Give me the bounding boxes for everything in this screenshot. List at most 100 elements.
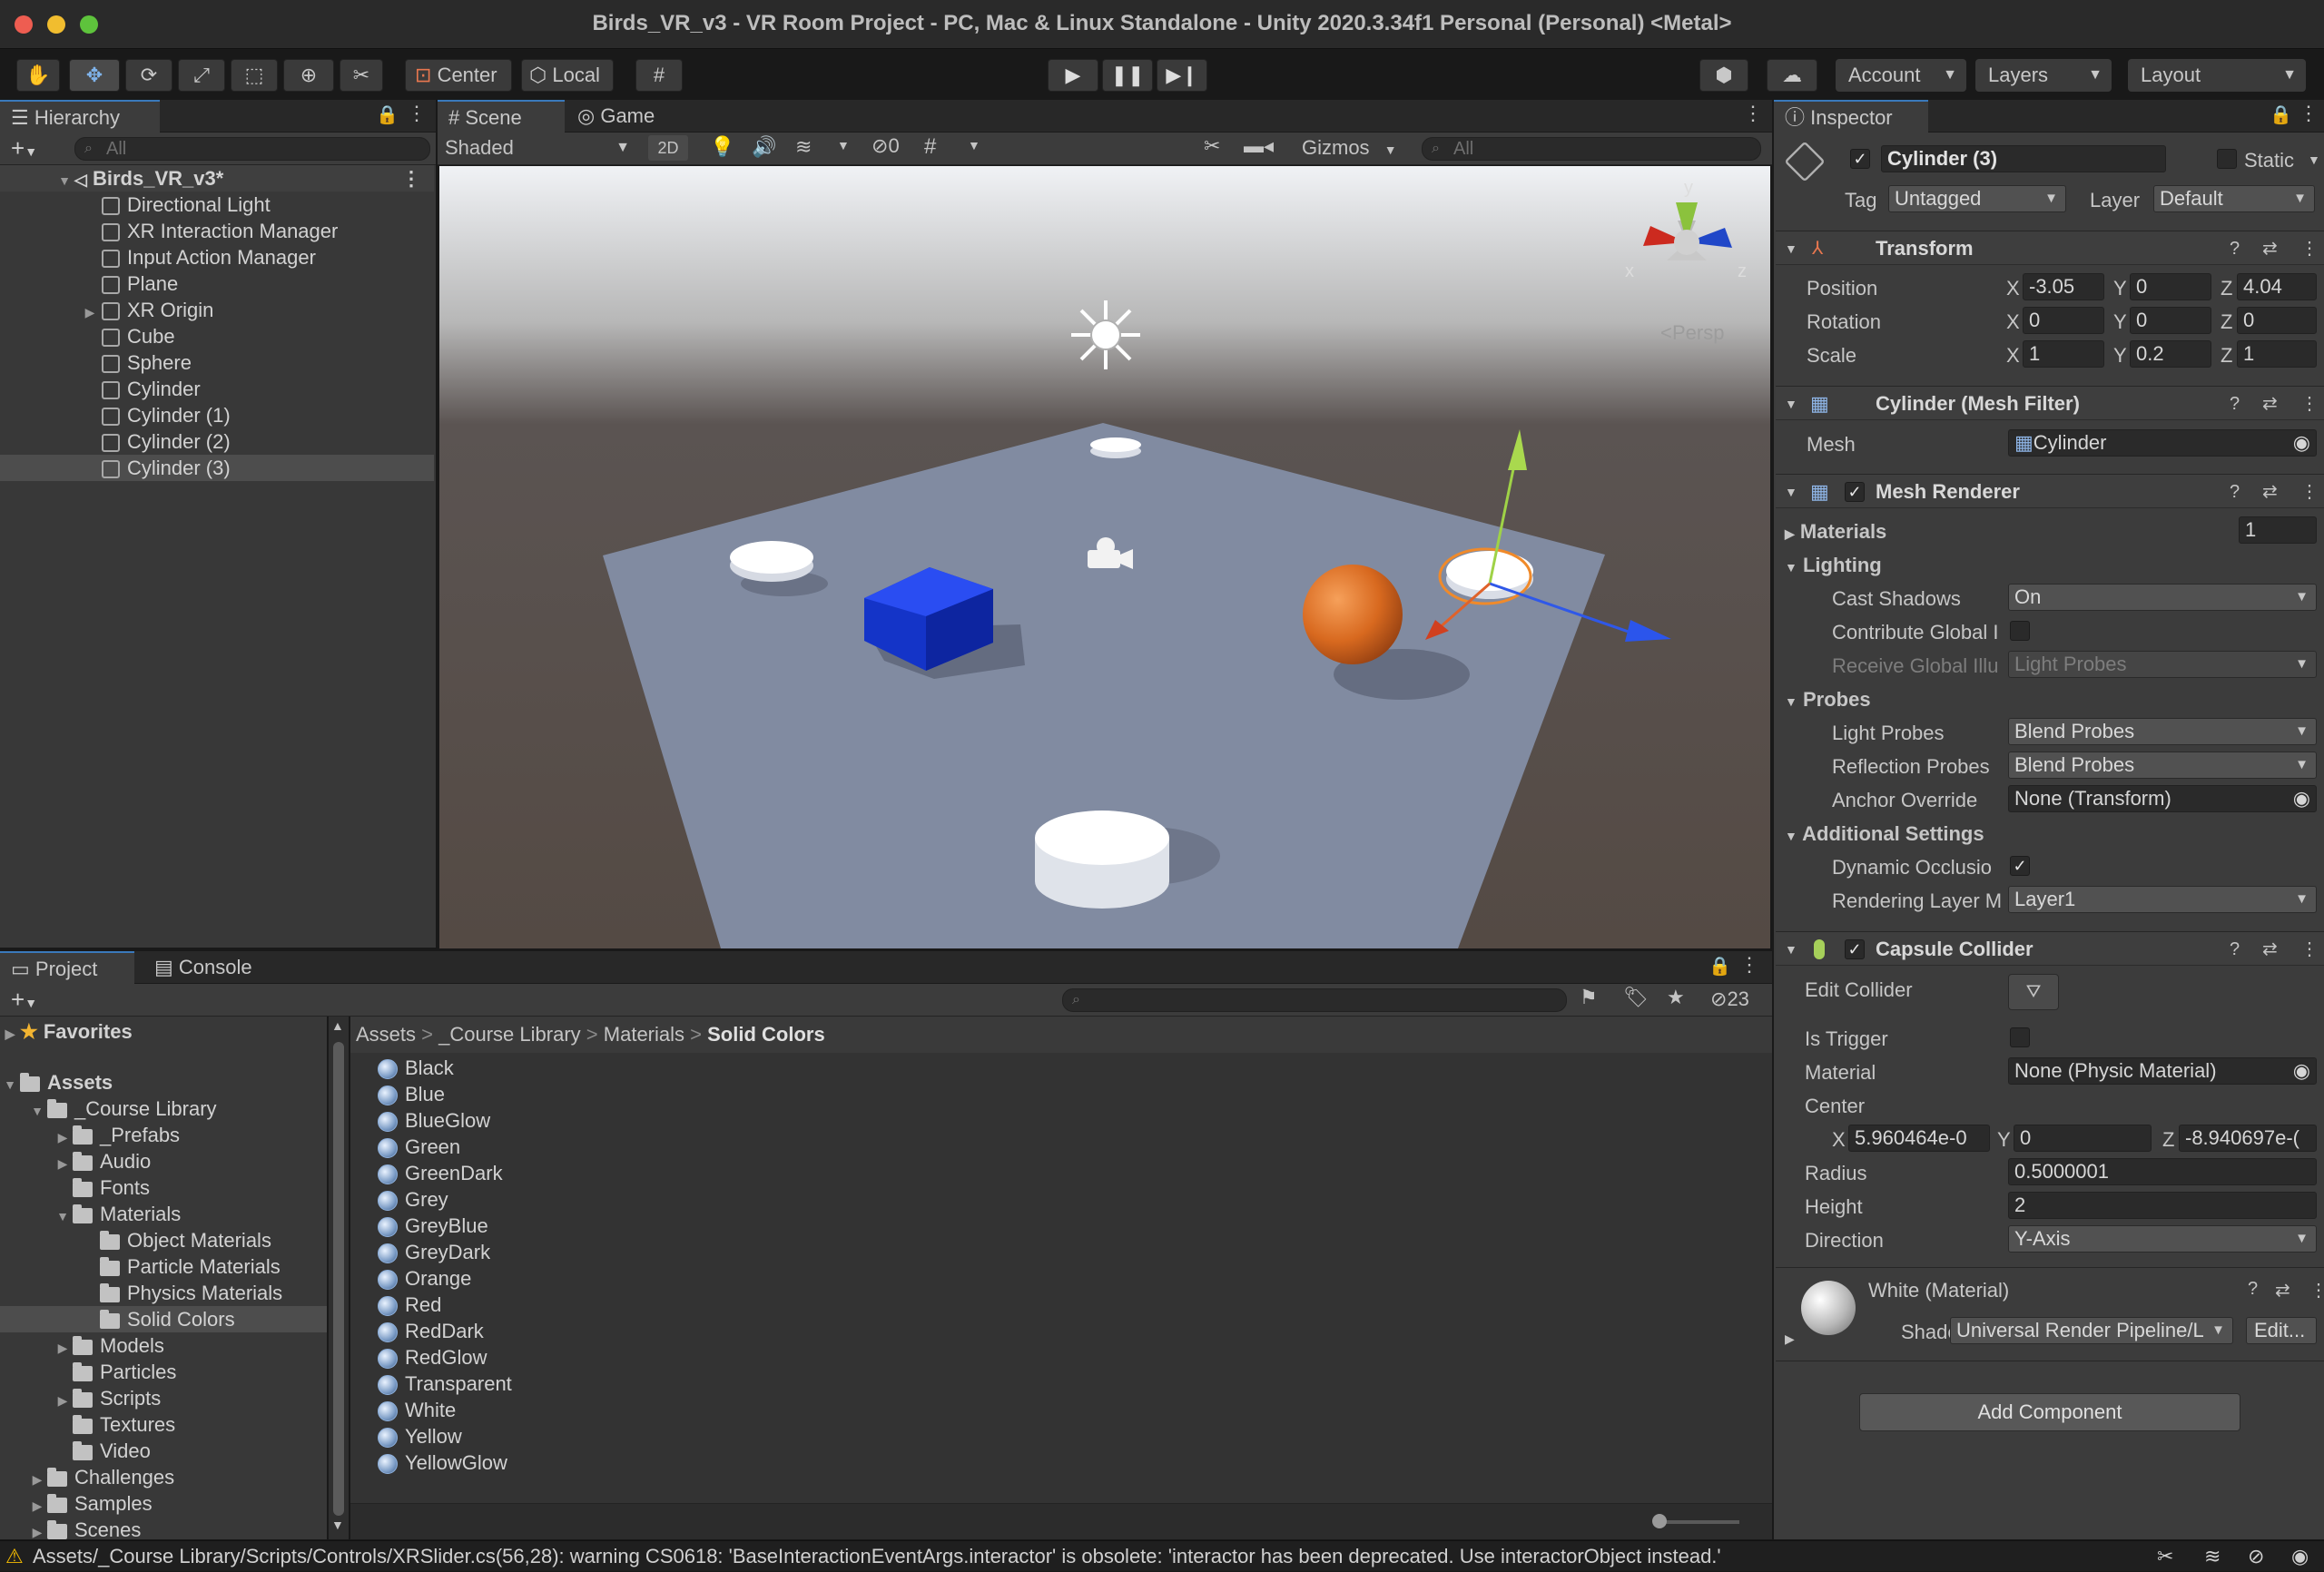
hierarchy-item[interactable]: Sphere [0,349,434,376]
asset-item[interactable]: Orange [378,1265,471,1292]
mesh-renderer-header[interactable]: ▼ ▦ ✓ Mesh Renderer ? ⇄ ⋮ [1776,474,2324,508]
hierarchy-item[interactable]: Cylinder [0,376,434,402]
cloud-button[interactable]: ☁ [1767,59,1817,92]
presets-icon[interactable]: ⇄ [2262,475,2278,509]
kebab-menu-icon[interactable]: ⋮ [1743,102,1763,125]
position-x-field[interactable]: -3.05 [2023,273,2104,300]
folder-row[interactable]: ▶ _Prefabs [53,1122,180,1148]
debug-mode-icon[interactable]: ✂ [2157,1541,2173,1572]
mesh-field[interactable]: ▦Cylinder ◉ [2008,429,2317,457]
kebab-menu-icon[interactable]: ⋮ [2300,231,2319,266]
collab-button[interactable]: ⬢ [1699,59,1748,92]
kebab-menu-icon[interactable]: ⋮ [1739,953,1759,977]
lock-icon[interactable]: 🔒 [1709,955,1731,978]
asset-item[interactable]: RedDark [378,1318,484,1344]
folder-row[interactable]: Particles [73,1359,176,1385]
create-button[interactable]: +▼ [11,133,37,167]
transform-tool-button[interactable]: ⊕ [283,59,334,92]
star-icon[interactable]: ★ [1667,986,1685,1009]
asset-item[interactable]: GreyDark [378,1239,490,1265]
status-bar[interactable]: ⚠ Assets/_Course Library/Scripts/Control… [0,1540,2324,1571]
tree-scrollbar[interactable]: ▲ ▼ [329,1017,349,1539]
scale-tool-button[interactable]: ⤢ [178,59,225,92]
expand-arrow-icon[interactable]: ▶ [78,300,102,326]
scale-z-field[interactable]: 1 [2237,340,2317,368]
create-asset-button[interactable]: +▼ [11,984,37,1018]
folder-row[interactable]: ▼ Materials [53,1201,181,1227]
folder-row[interactable]: ▶ Scenes [27,1517,142,1539]
camera-settings-icon[interactable]: ▬◂ [1244,134,1274,158]
hand-tool-button[interactable]: ✋ [16,59,60,92]
lock-icon[interactable]: 🔒 [376,103,399,126]
chevron-down-icon[interactable]: ▼ [2308,152,2320,167]
rotation-y-field[interactable]: 0 [2130,307,2211,334]
radius-field[interactable]: 0.5000001 [2008,1158,2317,1185]
tools-icon[interactable]: ✂ [1204,134,1220,158]
asset-item[interactable]: GreenDark [378,1160,503,1186]
slider-handle[interactable] [1652,1514,1667,1528]
kebab-menu-icon[interactable]: ⋮ [2300,475,2319,509]
folder-row[interactable]: ▶ Audio [53,1148,152,1174]
hierarchy-item-selected[interactable]: Cylinder (3) [0,455,434,481]
position-z-field[interactable]: 4.04 [2237,273,2317,300]
pause-button[interactable]: ❚❚ [1102,59,1153,92]
help-icon[interactable]: ? [2230,475,2240,509]
asset-item[interactable]: GreyBlue [378,1213,488,1239]
projection-label[interactable]: Persp [1672,321,1724,344]
enabled-checkbox[interactable]: ✓ [1845,939,1865,959]
folder-row[interactable]: Particle Materials [100,1253,281,1280]
grid-toggle-icon[interactable]: # [924,134,936,160]
reflection-probes-dropdown[interactable]: Blend Probes ▼ [2008,752,2317,779]
contribute-gi-checkbox[interactable] [2010,621,2030,641]
favorites-row[interactable]: ▶ ★ Favorites [0,1018,133,1045]
object-name-field[interactable]: Cylinder (3) [1881,145,2166,172]
assets-row[interactable]: ▼ Assets [0,1069,113,1095]
object-picker-icon[interactable]: ◉ [2293,430,2310,456]
asset-item[interactable]: Transparent [378,1371,512,1397]
folder-row[interactable]: Object Materials [100,1227,271,1253]
center-y-field[interactable]: 0 [2014,1125,2152,1152]
hierarchy-item[interactable]: Cylinder (1) [0,402,434,428]
layout-dropdown[interactable]: Layout ▼ [2128,59,2306,92]
rotation-z-field[interactable]: 0 [2237,307,2317,334]
scroll-down-icon[interactable]: ▼ [331,1518,344,1532]
grid-snap-button[interactable]: # [635,59,683,92]
tag-dropdown[interactable]: Untagged ▼ [1888,185,2066,212]
breadcrumb-item[interactable]: _Course Library [438,1023,581,1046]
rect-tool-button[interactable]: ⬚ [231,59,278,92]
2d-toggle[interactable]: 2D [648,135,688,161]
account-dropdown[interactable]: Account ▼ [1836,59,1966,92]
hierarchy-search-input[interactable]: ⌕ All [74,137,430,161]
custom-tool-button[interactable]: ✂ [340,59,383,92]
center-x-field[interactable]: 5.960464e-0 [1848,1125,1990,1152]
folder-row-selected[interactable]: Solid Colors [0,1306,327,1332]
scale-y-field[interactable]: 0.2 [2130,340,2211,368]
lighting-foldout[interactable]: ▼ Lighting [1785,554,1882,577]
shader-dropdown[interactable]: Universal Render Pipeline/L ▼ [1950,1317,2233,1344]
pivot-toggle[interactable]: ⊡ Center [405,59,512,92]
tab-scene[interactable]: # Scene [438,100,565,133]
asset-item[interactable]: YellowGlow [378,1449,507,1476]
help-icon[interactable]: ? [2248,1279,2258,1300]
active-checkbox[interactable]: ✓ [1850,149,1870,169]
presets-icon[interactable]: ⇄ [2275,1279,2290,1302]
hierarchy-item[interactable]: Input Action Manager [0,244,434,270]
audio-toggle-icon[interactable]: 🔊 [752,135,776,159]
chevron-down-icon[interactable]: ▼ [837,138,850,152]
filter-by-label-icon[interactable]: 🏷 [1623,986,1649,1009]
asset-item[interactable]: White [378,1397,456,1423]
breadcrumb-item[interactable]: Materials [604,1023,684,1046]
kebab-menu-icon[interactable]: ⋮ [407,102,427,125]
asset-item[interactable]: BlueGlow [378,1107,490,1134]
folder-row[interactable]: Fonts [73,1174,150,1201]
kebab-menu-icon[interactable]: ⋮ [2309,1279,2324,1302]
folder-row[interactable]: Physics Materials [100,1280,282,1306]
tab-inspector[interactable]: ⓘ Inspector [1774,100,1928,133]
presets-icon[interactable]: ⇄ [2262,387,2278,421]
cast-shadows-dropdown[interactable]: On ▼ [2008,584,2317,611]
shading-mode-dropdown[interactable]: Shaded ▼ [445,133,639,163]
icon-size-slider[interactable] [1658,1520,1739,1524]
kebab-menu-icon[interactable]: ⋮ [2300,387,2319,421]
scroll-up-icon[interactable]: ▲ [331,1018,344,1033]
presets-icon[interactable]: ⇄ [2262,231,2278,266]
